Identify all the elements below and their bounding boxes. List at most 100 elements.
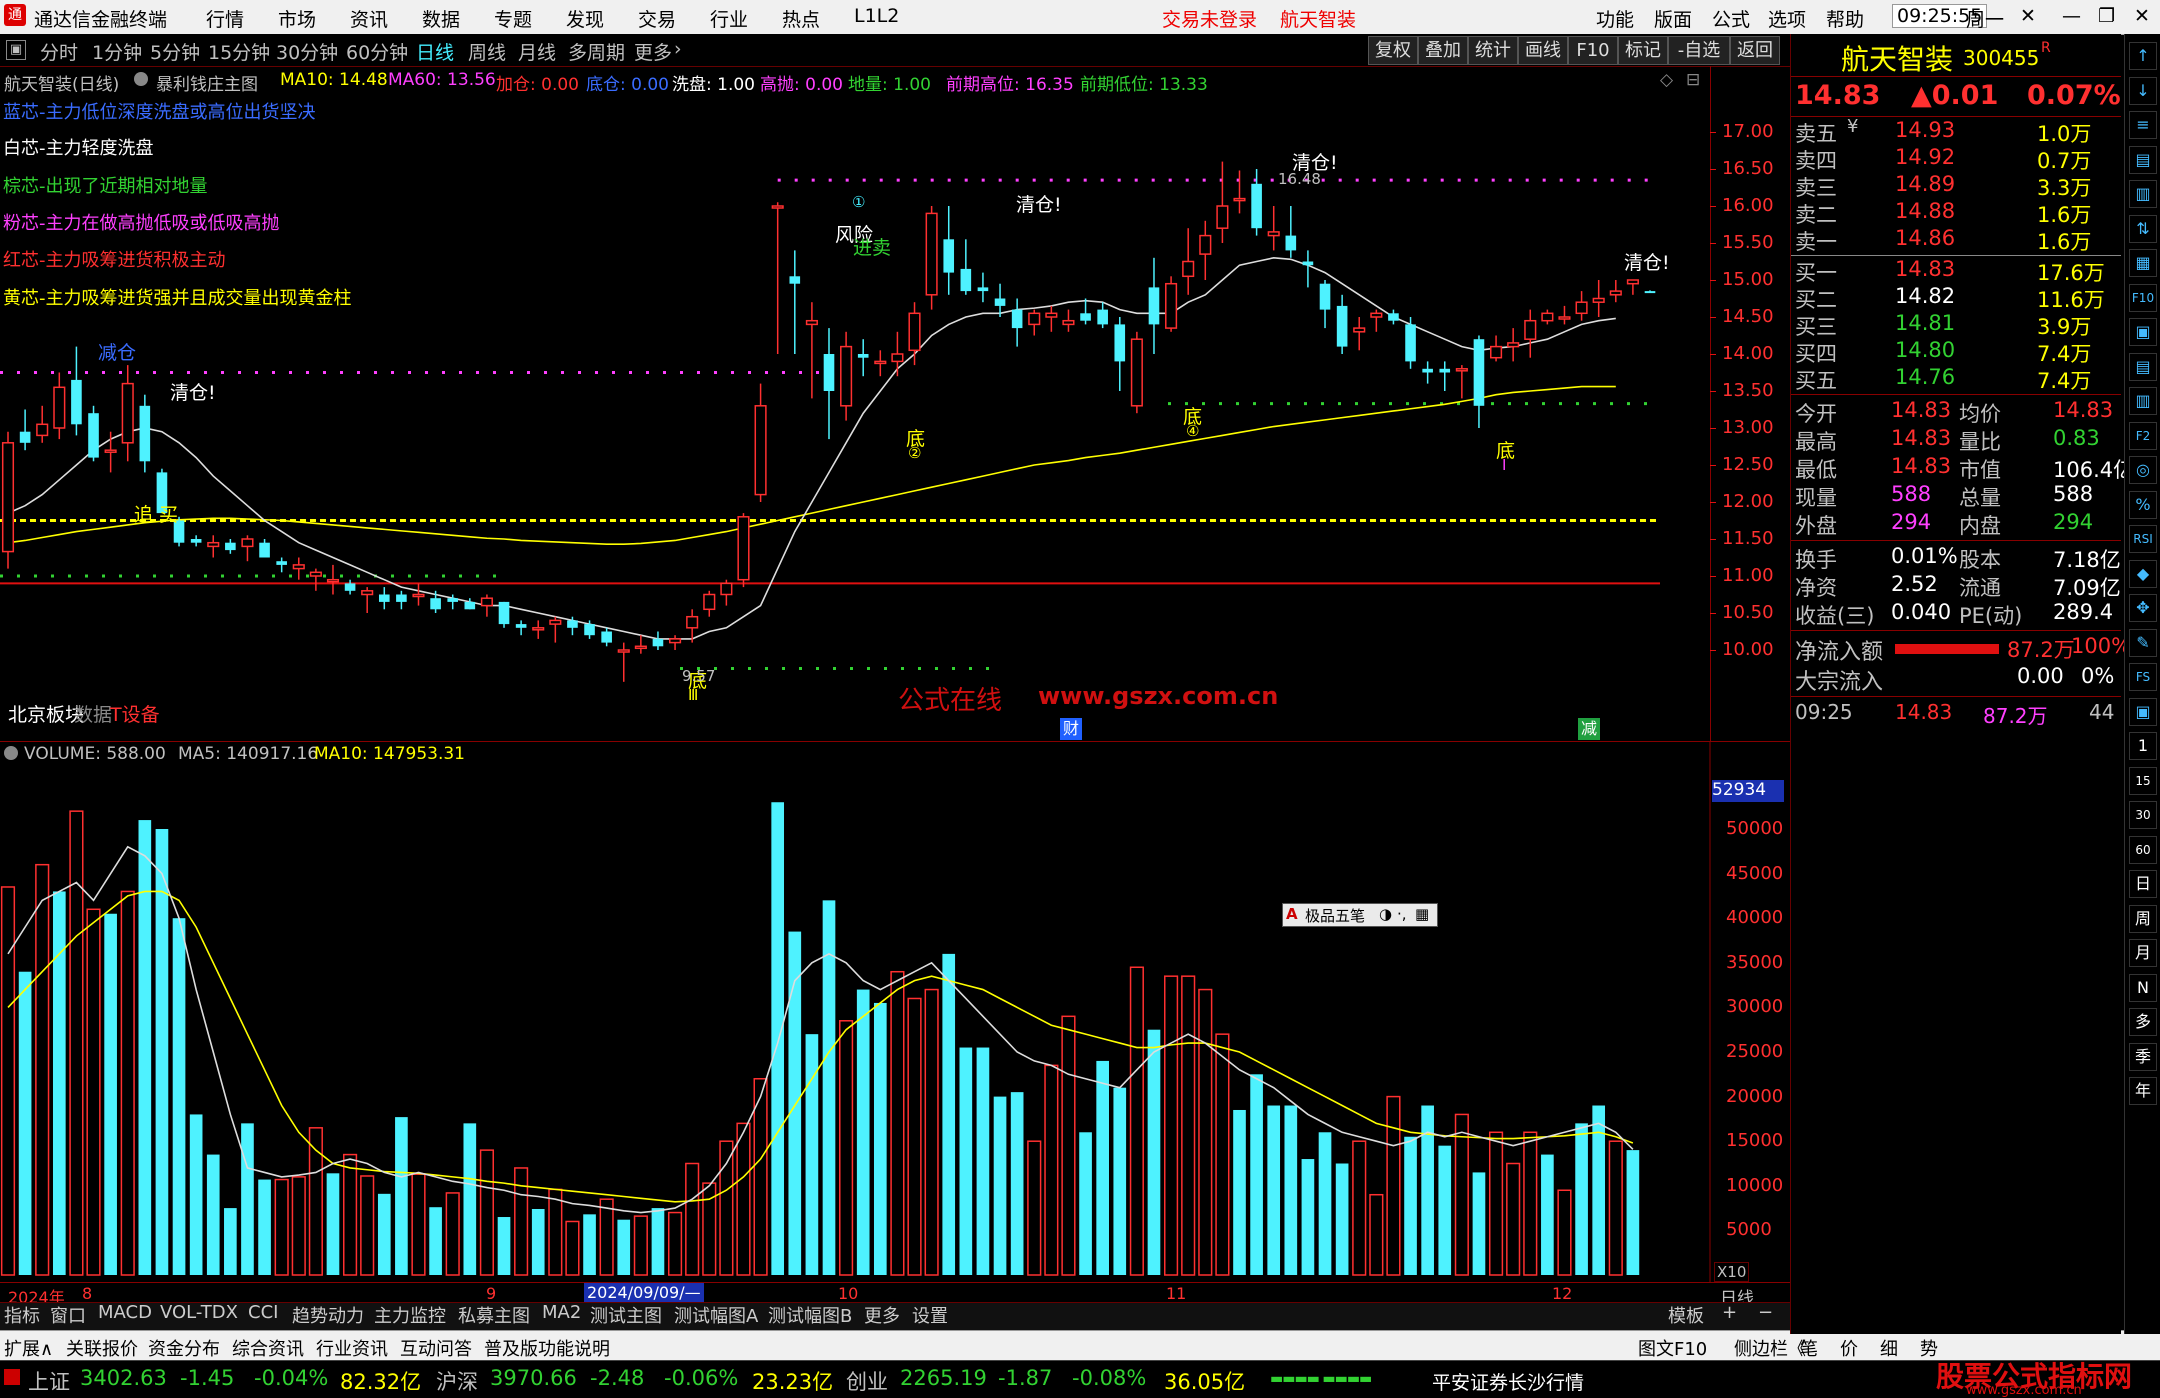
tab-test-main[interactable]: 测试主图 — [590, 1302, 662, 1328]
side-tool-icon[interactable]: RSI — [2129, 525, 2157, 553]
zoom-in-button[interactable]: + — [1722, 1302, 1737, 1328]
menu-item-quotes[interactable]: 行情 — [206, 5, 244, 32]
side-tool-icon[interactable]: ⇅ — [2129, 214, 2157, 243]
formula-dropdown-icon[interactable] — [134, 72, 148, 86]
ime-punct-icon[interactable]: ·, — [1397, 905, 1407, 923]
menu-item-help[interactable]: 帮助 — [1826, 5, 1864, 32]
side-tool-icon[interactable]: 月 — [2129, 939, 2157, 967]
tab-main-monitor[interactable]: 主力监控 — [374, 1302, 446, 1328]
fuquan-button[interactable]: 复权 — [1368, 36, 1418, 65]
finance-marker[interactable]: 财 — [1060, 718, 1082, 740]
close-window-icon[interactable]: ✕ — [2134, 5, 2150, 27]
side-tool-icon[interactable]: % — [2129, 490, 2157, 519]
side-tool-icon[interactable]: 15 — [2129, 766, 2157, 795]
tab-settings[interactable]: 设置 — [912, 1302, 948, 1328]
sector-tshebei[interactable]: T设备 — [110, 700, 160, 727]
menu-item-options[interactable]: 选项 — [1768, 5, 1806, 32]
side-tool-icon[interactable]: ▤ — [2129, 145, 2157, 174]
menu-item-data[interactable]: 数据 — [422, 5, 460, 32]
menu-item-l1l2[interactable]: L1L2 — [854, 5, 899, 27]
tab-weekly[interactable]: 周线 — [468, 38, 506, 65]
tab-more[interactable]: 更多 — [634, 38, 672, 65]
sector-beijing[interactable]: 北京板块 — [8, 700, 84, 727]
tab-indicator-more[interactable]: 更多 — [864, 1302, 900, 1328]
ime-toolbar[interactable]: A 极品五笔 ◑ ·, ▦ — [1282, 903, 1438, 927]
menu-item-layout[interactable]: 版面 — [1654, 5, 1692, 32]
template-button[interactable]: 模板 — [1668, 1302, 1704, 1328]
cy-index-name[interactable]: 创业 — [846, 1366, 888, 1396]
tab-trend[interactable]: 趋势动力 — [292, 1302, 364, 1328]
tab-ma2[interactable]: MA2 — [542, 1302, 581, 1328]
menu-item-function[interactable]: 功能 — [1596, 5, 1634, 32]
side-tool-icon[interactable]: ✎ — [2129, 628, 2157, 657]
side-tool-icon[interactable]: ▣ — [2129, 697, 2157, 726]
side-tool-icon[interactable]: ▦ — [2129, 249, 2157, 277]
sz-index-name[interactable]: 沪深 — [436, 1366, 478, 1396]
tab-fenshi[interactable]: 分时 — [40, 38, 78, 65]
tab-private-main[interactable]: 私募主图 — [458, 1302, 530, 1328]
tab-30min[interactable]: 30分钟 — [276, 38, 338, 65]
zoom-out-button[interactable]: − — [1758, 1302, 1773, 1328]
tab-related-quotes[interactable]: 关联报价 — [66, 1335, 138, 1361]
side-tool-icon[interactable]: N — [2129, 973, 2157, 1002]
tab-fund-distribution[interactable]: 资金分布 — [148, 1335, 220, 1361]
side-tool-icon[interactable]: F2 — [2129, 421, 2157, 450]
tab-multi-period[interactable]: 多周期 — [568, 38, 625, 65]
reduce-marker[interactable]: 减 — [1578, 718, 1600, 740]
sector-data[interactable]: 数据 — [74, 700, 112, 727]
side-tool-icon[interactable]: ▣ — [2129, 318, 2157, 346]
stats-button[interactable]: 统计 — [1468, 36, 1518, 65]
tab-macd[interactable]: MACD — [98, 1302, 152, 1328]
side-tool-icon[interactable]: 季 — [2129, 1042, 2157, 1071]
side-tool-icon[interactable]: 1 — [2129, 732, 2157, 760]
tab-industry-news[interactable]: 行业资讯 — [316, 1335, 388, 1361]
tab-window[interactable]: 窗口 — [50, 1302, 86, 1328]
broker-label[interactable]: 平安证券长沙行情 — [1432, 1368, 1584, 1395]
f10-button[interactable]: F10 — [1568, 36, 1618, 65]
menu-item-hotspot[interactable]: 热点 — [782, 5, 820, 32]
menu-item-discover[interactable]: 发现 — [566, 5, 604, 32]
side-tool-icon[interactable]: ◆ — [2129, 559, 2157, 588]
status-flag-icon[interactable] — [4, 1369, 20, 1385]
tab-cci[interactable]: CCI — [248, 1302, 278, 1328]
side-tool-icon[interactable]: 周 — [2129, 904, 2157, 933]
remove-watchlist-button[interactable]: -自选 — [1668, 36, 1730, 65]
tab-monthly[interactable]: 月线 — [518, 38, 556, 65]
side-tool-icon[interactable]: ▥ — [2129, 387, 2157, 415]
formula-name[interactable]: 暴利钱庄主图 — [156, 70, 258, 95]
restore-icon[interactable]: ❐ — [2098, 5, 2115, 27]
side-tool-icon[interactable]: 多 — [2129, 1008, 2157, 1036]
menu-item-trade[interactable]: 交易 — [638, 5, 676, 32]
tab-expand[interactable]: 扩展∧ — [4, 1335, 53, 1361]
tab-sidebar[interactable]: 侧边栏《 — [1734, 1335, 1806, 1361]
candlestick-chart[interactable] — [0, 66, 1710, 741]
menu-item-industry[interactable]: 行业 — [710, 5, 748, 32]
mark-button[interactable]: 标记 — [1618, 36, 1668, 65]
tab-edition-info[interactable]: 普及版功能说明 — [484, 1335, 610, 1361]
sh-index-name[interactable]: 上证 — [28, 1366, 70, 1396]
side-tool-icon[interactable]: FS — [2129, 663, 2157, 691]
tab-f10-text[interactable]: 图文F10 — [1638, 1335, 1707, 1361]
tab-test-a[interactable]: 测试幅图A — [674, 1302, 758, 1328]
volume-chart[interactable] — [0, 742, 1790, 1302]
minimize-icon[interactable]: — — [2062, 5, 2081, 27]
side-tool-icon[interactable]: 日 — [2129, 870, 2157, 898]
back-button[interactable]: 返回 — [1730, 36, 1780, 65]
tab-general-news[interactable]: 综合资讯 — [232, 1335, 304, 1361]
expand-icon[interactable]: ⊟ — [1686, 70, 1700, 90]
panel-toggle-icon[interactable]: ▣ — [6, 40, 26, 60]
side-tool-icon[interactable]: ◎ — [2129, 456, 2157, 484]
tab-daily[interactable]: 日线 — [416, 38, 454, 65]
tab-jia[interactable]: 价 — [1840, 1335, 1858, 1361]
menu-item-topics[interactable]: 专题 — [494, 5, 532, 32]
tab-test-b[interactable]: 测试幅图B — [768, 1302, 852, 1328]
side-tool-icon[interactable]: ✥ — [2129, 594, 2157, 622]
volume-dropdown-icon[interactable] — [4, 746, 18, 760]
side-tool-icon[interactable]: 年 — [2129, 1077, 2157, 1105]
login-status-link[interactable]: 交易未登录 — [1162, 5, 1257, 32]
tab-15min[interactable]: 15分钟 — [208, 38, 270, 65]
ime-moon-icon[interactable]: ◑ — [1379, 905, 1392, 923]
tab-60min[interactable]: 60分钟 — [346, 38, 408, 65]
side-tool-icon[interactable]: F10 — [2129, 283, 2157, 312]
tab-qa[interactable]: 互动问答 — [400, 1335, 472, 1361]
